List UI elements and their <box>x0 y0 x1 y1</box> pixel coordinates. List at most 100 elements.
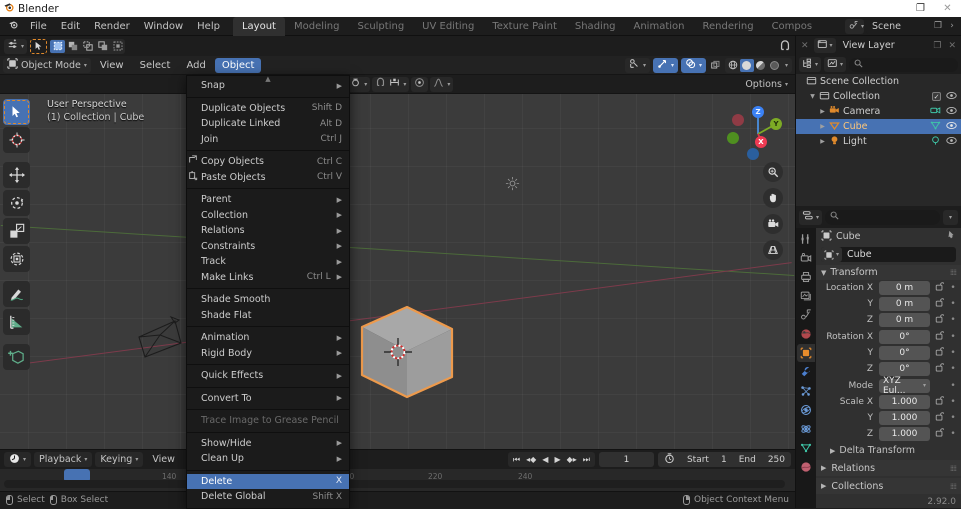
animate-dot-icon[interactable]: • <box>948 283 958 293</box>
select-box-icon[interactable] <box>50 39 66 53</box>
properties-tab-modifiers[interactable] <box>797 363 815 381</box>
properties-tab-view-layer[interactable] <box>797 287 815 305</box>
animate-dot-icon[interactable]: • <box>948 381 958 391</box>
object-context-menu[interactable]: ▲ Snap ▶ Duplicate Objects Shift D Duplicate… <box>186 75 350 509</box>
viewport-menu-select[interactable]: Select <box>133 58 178 73</box>
rotation-mode-row[interactable]: Mode XYZ Eul... ▾ • <box>816 376 961 396</box>
tab-rendering[interactable]: Rendering <box>693 17 762 36</box>
navigation-gizmo[interactable]: Z Y X <box>727 102 783 160</box>
unlock-icon[interactable] <box>933 281 945 294</box>
jump-to-start-icon[interactable]: ⏮ <box>510 455 523 465</box>
select-extend-icon[interactable] <box>65 40 80 53</box>
property-row[interactable]: Location X 0 m • <box>816 280 961 295</box>
menu-window[interactable]: Window <box>137 17 190 36</box>
prev-keyframe-icon[interactable]: ◂◆ <box>523 455 539 464</box>
animate-dot-icon[interactable]: • <box>948 429 958 439</box>
disclosure-triangle-icon[interactable]: ▶ <box>818 123 827 130</box>
snap-magnet-icon[interactable] <box>778 40 791 53</box>
menu-edit[interactable]: Edit <box>54 17 87 36</box>
animate-dot-icon[interactable]: • <box>948 332 958 342</box>
animate-dot-icon[interactable]: • <box>948 397 958 407</box>
unlock-icon[interactable] <box>933 411 945 424</box>
mesh-data-icon[interactable] <box>930 120 941 134</box>
pin-icon[interactable] <box>946 230 956 243</box>
menu-item-constraints[interactable]: Constraints ▶ <box>187 239 349 255</box>
ortho-toggle-icon[interactable] <box>763 240 783 260</box>
shading-material-preview[interactable] <box>754 59 768 72</box>
chevron-down-icon[interactable]: ▾ <box>782 62 791 69</box>
property-row[interactable]: Z 1.000 • <box>816 426 961 441</box>
unlock-icon[interactable] <box>933 330 945 343</box>
select-subtract-icon[interactable] <box>80 40 95 53</box>
menu-item-relations[interactable]: Relations ▶ <box>187 223 349 239</box>
tab-animation[interactable]: Animation <box>625 17 694 36</box>
property-value[interactable]: 1.000 <box>879 410 930 425</box>
outliner-search-input[interactable] <box>849 57 958 72</box>
properties-tab-physics[interactable] <box>797 401 815 419</box>
current-frame-field[interactable]: 1 <box>598 452 654 467</box>
property-value[interactable]: 0 m <box>879 296 930 311</box>
viewport-menu-add[interactable]: Add <box>179 58 212 73</box>
tab-compositing[interactable]: Compos <box>763 17 822 36</box>
property-value[interactable]: 0° <box>879 345 930 360</box>
menu-render[interactable]: Render <box>87 17 137 36</box>
outliner-item-scene-collection[interactable]: Scene Collection <box>796 74 961 89</box>
disclosure-triangle-icon[interactable]: ▼ <box>808 93 817 100</box>
tab-shading[interactable]: Shading <box>566 17 625 36</box>
editor-type-selector[interactable]: ▾ <box>4 38 28 54</box>
properties-tab-object[interactable] <box>797 344 815 362</box>
3d-viewport[interactable]: User Perspective (1) Collection | Cube Z… <box>0 94 795 449</box>
jump-to-end-icon[interactable]: ⏭ <box>580 455 593 465</box>
maximize-icon[interactable]: ❐ <box>907 0 934 17</box>
outliner-display-mode-selector[interactable]: ▾ <box>799 57 822 72</box>
unlock-icon[interactable] <box>933 362 945 375</box>
move-tool-button[interactable] <box>3 162 30 188</box>
snap-target-selector[interactable]: ▾ <box>347 76 371 92</box>
menu-item-copy-objects[interactable]: Copy Objects Ctrl C <box>187 154 349 170</box>
outliner-item-collection[interactable]: ▼ Collection ✓ <box>796 89 961 104</box>
property-row[interactable]: Y 0° • <box>816 345 961 360</box>
timeline-editor-selector[interactable]: ▾ <box>4 452 32 467</box>
menu-item-show-hide[interactable]: Show/Hide ▶ <box>187 436 349 452</box>
enable-checkbox[interactable]: ✓ <box>932 92 941 101</box>
viewport-menu-view[interactable]: View <box>93 58 131 73</box>
outliner-display-mode[interactable]: View Layer <box>839 40 895 51</box>
properties-tab-material[interactable] <box>797 458 815 476</box>
animate-dot-icon[interactable]: • <box>948 348 958 358</box>
gizmo-axis-neg-x[interactable] <box>732 114 744 126</box>
tab-sculpting[interactable]: Sculpting <box>348 17 413 36</box>
unlock-icon[interactable] <box>933 427 945 440</box>
close-icon[interactable]: ✕ <box>799 41 811 51</box>
chevron-right-icon[interactable]: › <box>945 19 959 34</box>
outliner-item-light[interactable]: ▶ Light <box>796 134 961 149</box>
play-reverse-icon[interactable]: ◀ <box>539 455 551 464</box>
viewport-options-button[interactable]: Options ▾ <box>741 77 792 92</box>
property-row[interactable]: Z 0 m • <box>816 312 961 327</box>
menu-item-shade-smooth[interactable]: Shade Smooth <box>187 292 349 308</box>
menu-item-delete[interactable]: Delete X <box>187 473 349 489</box>
start-value[interactable]: 1 <box>715 455 733 465</box>
cursor-select-icon[interactable] <box>30 38 48 54</box>
remove-icon[interactable]: ✕ <box>946 41 958 51</box>
new-collection-icon[interactable]: ❐ <box>931 41 943 51</box>
timeline-track[interactable]: 100 140 180 200 220 240 <box>0 469 795 491</box>
rotation-mode-dropdown[interactable]: XYZ Eul... ▾ <box>879 376 930 396</box>
properties-tab-world[interactable] <box>797 325 815 343</box>
proportional-editing-group[interactable] <box>411 76 429 92</box>
property-value[interactable]: 0 m <box>879 280 930 295</box>
menu-file[interactable]: File <box>23 17 54 36</box>
outliner-editor-type[interactable]: ▾ <box>813 38 836 53</box>
properties-tab-scene[interactable] <box>797 306 815 324</box>
tab-modeling[interactable]: Modeling <box>285 17 349 36</box>
menu-item-clean-up[interactable]: Clean Up ▶ <box>187 451 349 467</box>
blender-menu-icon[interactable] <box>3 19 23 33</box>
property-value[interactable]: 1.000 <box>879 394 930 409</box>
object-visibility-selector[interactable]: ▾ <box>624 57 650 73</box>
relations-panel[interactable]: ▶ Relations ⁞⁞⁞⁞ <box>816 460 961 476</box>
properties-tab-particles[interactable] <box>797 382 815 400</box>
properties-tab-output[interactable] <box>797 268 815 286</box>
menu-item-parent[interactable]: Parent ▶ <box>187 192 349 208</box>
menu-item-snap[interactable]: Snap ▶ <box>187 78 349 94</box>
shading-wireframe[interactable] <box>726 59 740 72</box>
shading-solid[interactable] <box>739 58 754 72</box>
